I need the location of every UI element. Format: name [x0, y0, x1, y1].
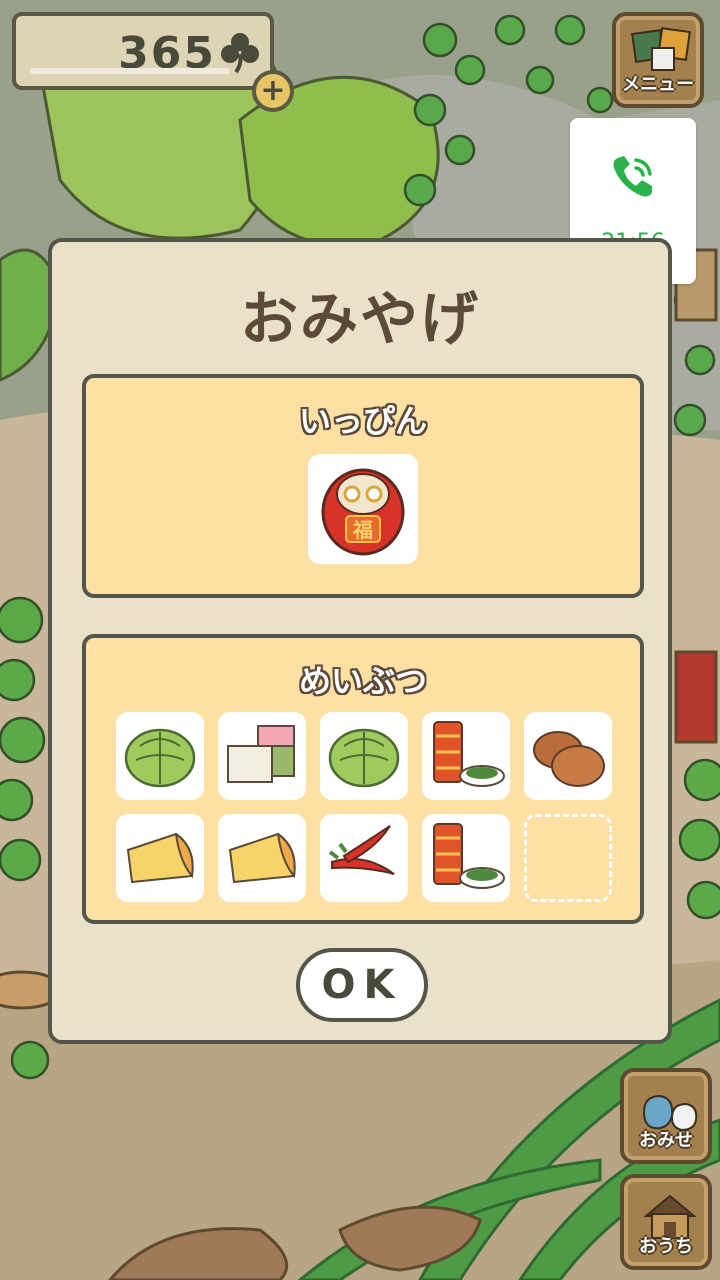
add-clover-button[interactable]: +: [252, 70, 294, 112]
phone-icon: [613, 156, 652, 197]
ok-button[interactable]: OK: [296, 948, 428, 1022]
home-button[interactable]: おうち: [620, 1174, 712, 1270]
item-slot[interactable]: [320, 712, 408, 800]
specialty-items-panel: めいぶつ: [82, 634, 644, 924]
menu-button[interactable]: メニュー: [612, 12, 704, 108]
clover-progress-bar: [30, 68, 230, 74]
cabbage-icon: [124, 728, 196, 788]
dialog-title: おみやげ: [239, 285, 480, 353]
cabbage-icon: [328, 728, 400, 788]
clover-counter: 365: [12, 12, 274, 90]
item-slot[interactable]: [218, 814, 306, 902]
special-item-panel: いっぴん 福: [82, 374, 644, 598]
item-slot[interactable]: [422, 814, 510, 902]
daruma-item[interactable]: 福: [308, 454, 418, 564]
manju-icon: [533, 731, 605, 787]
cheese-icon: [126, 832, 194, 884]
item-slot[interactable]: [116, 814, 204, 902]
item-slot[interactable]: [524, 712, 612, 800]
home-label: おうち: [639, 1236, 693, 1257]
shop-label: おみせ: [639, 1130, 693, 1151]
empty-item-slot: [524, 814, 612, 902]
item-slot[interactable]: [116, 712, 204, 800]
shop-button[interactable]: おみせ: [620, 1068, 712, 1164]
tea-tin-icon: [433, 823, 505, 889]
tea-tin-icon: [433, 721, 505, 787]
rice-cake-icon: [227, 725, 295, 783]
item-slot[interactable]: [218, 712, 306, 800]
item-slot[interactable]: [320, 814, 408, 902]
souvenir-dialog: おみやげ いっぴん 福 めいぶつ OK: [48, 238, 672, 1044]
daruma-icon: 福: [321, 468, 405, 556]
svg-text:福: 福: [352, 518, 373, 542]
specialty-section-title: めいぶつ: [298, 662, 427, 700]
menu-label: メニュー: [622, 74, 694, 95]
cheese-icon: [228, 832, 296, 884]
item-slot[interactable]: [422, 712, 510, 800]
special-section-title: いっぴん: [298, 402, 427, 440]
pepper-icon: [328, 825, 395, 875]
